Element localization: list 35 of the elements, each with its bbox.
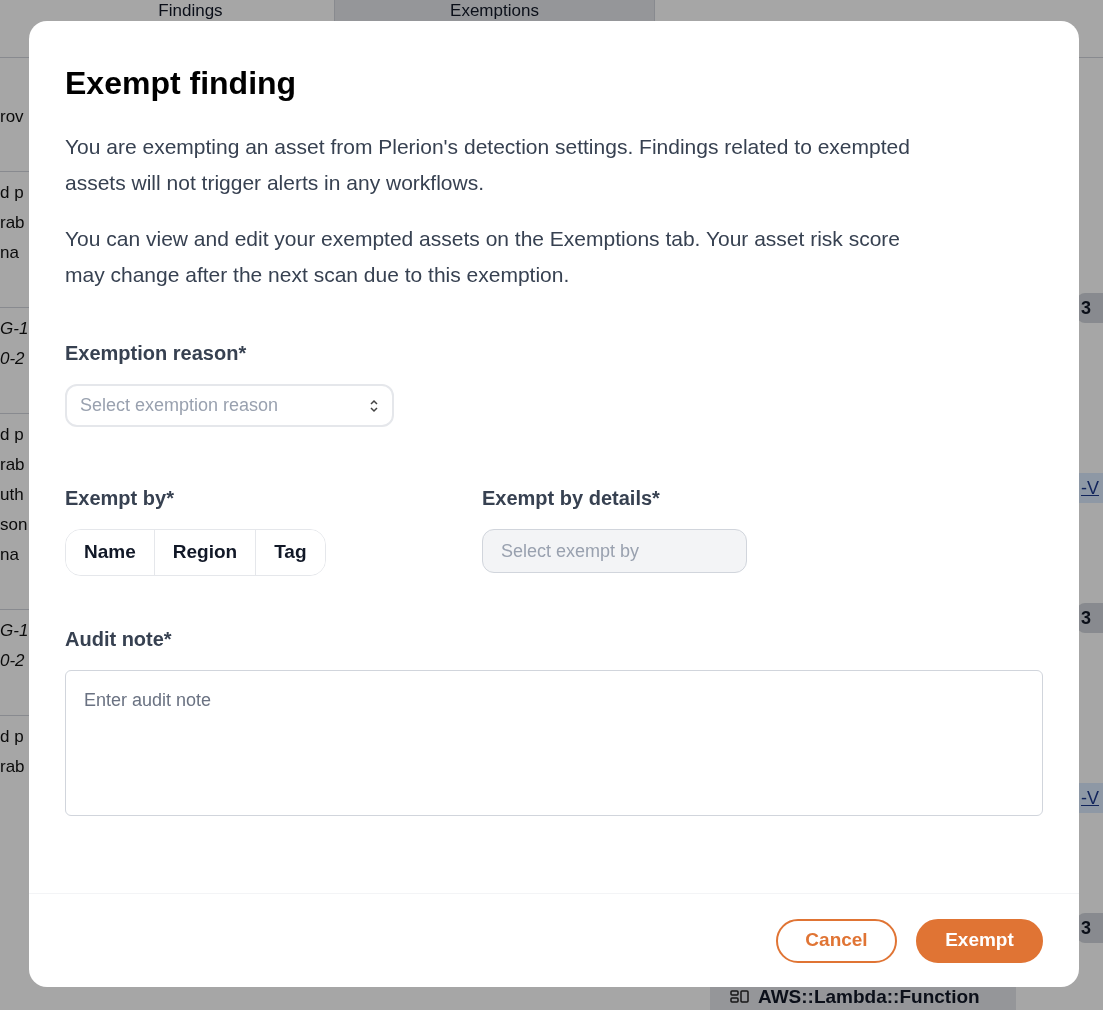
text-fragment: G-1: [0, 318, 29, 340]
field-label: Exempt by details*: [482, 486, 661, 511]
text-fragment: rab: [0, 212, 25, 234]
link[interactable]: -V: [1079, 473, 1103, 503]
text-fragment: na: [0, 544, 19, 566]
exempt-button[interactable]: Exempt: [916, 918, 1043, 963]
field-label: Exemption reason*: [65, 341, 248, 366]
text-fragment: na: [0, 242, 19, 264]
text-fragment: d p: [0, 424, 24, 446]
count-badge: 3: [1077, 913, 1103, 943]
text-fragment: 0-2: [0, 650, 25, 672]
resource-icon: [730, 989, 750, 1005]
text-fragment: rab: [0, 756, 25, 778]
paragraph: You are exempting an asset from Plerion's detection settings. Findings related to exempted assets will not trigger alerts in any workflows.: [65, 134, 911, 196]
paragraph: You can view and edit your exempted assets on the Exemptions tab. Your asset risk score may change after the next scan due to this exemption.: [65, 226, 902, 288]
text-fragment: uth: [0, 484, 24, 506]
count-badge: 3: [1077, 603, 1103, 633]
text-fragment: son: [0, 514, 28, 536]
cancel-button[interactable]: Cancel: [776, 918, 897, 963]
text-fragment: d p: [0, 726, 24, 748]
segment-option[interactable]: Tag: [255, 530, 325, 575]
field-label: Exempt by*: [65, 486, 175, 511]
text-fragment: G-1: [0, 620, 29, 642]
dialog-title: Exempt finding: [65, 64, 298, 103]
text-fragment: d p: [0, 182, 24, 204]
exemption-reason-select[interactable]: Select exemption reason: [65, 384, 394, 427]
audit-note-field[interactable]: Enter audit note: [65, 670, 1043, 816]
text-fragment: 0-2: [0, 348, 25, 370]
resource-type: AWS::Lambda::Function: [758, 984, 980, 1009]
chevron-updown-icon: [369, 398, 379, 413]
link[interactable]: -V: [1079, 783, 1103, 813]
text-fragment: rab: [0, 454, 25, 476]
field-label: Audit note*: [65, 627, 173, 652]
text-fragment: rov: [0, 106, 24, 128]
count-badge: 3: [1077, 293, 1103, 323]
